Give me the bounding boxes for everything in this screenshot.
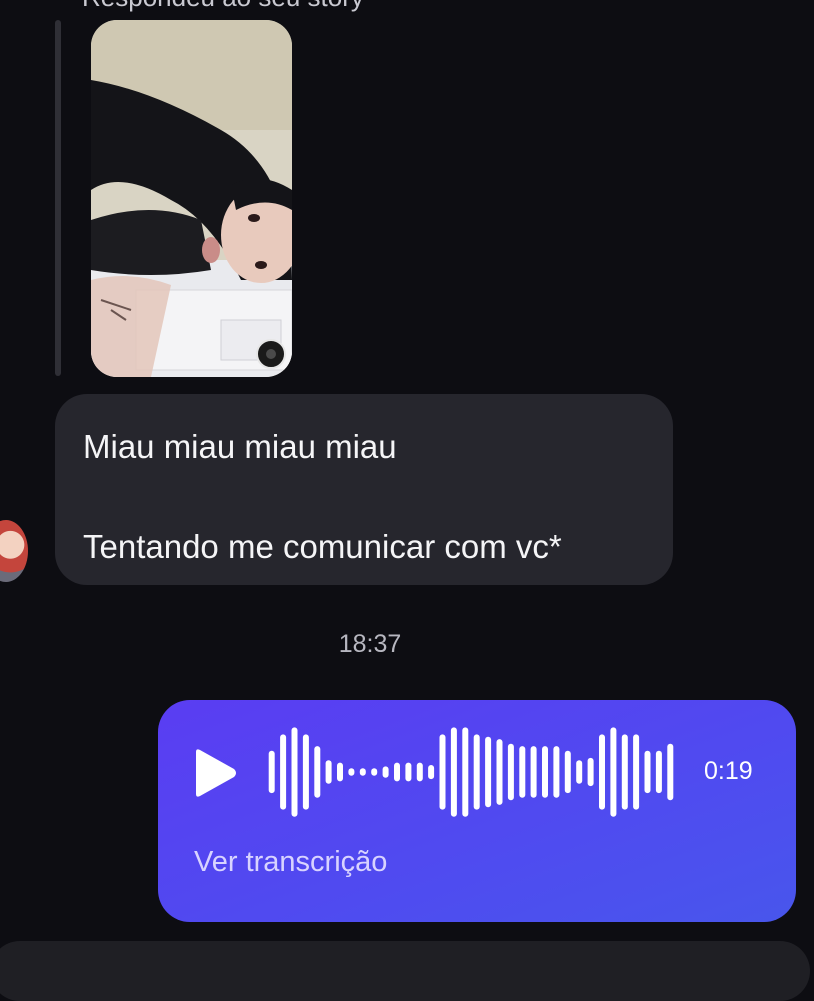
next-message-bubble: [0, 941, 810, 1001]
message-text-line: Miau miau miau miau: [83, 428, 397, 465]
waveform-bar: [587, 757, 594, 787]
view-transcript-link[interactable]: Ver transcrição: [194, 846, 387, 879]
story-photo: [91, 20, 292, 377]
waveform-bar: [280, 734, 287, 810]
waveform-bar: [610, 727, 617, 817]
waveform-bar: [599, 734, 605, 810]
waveform-bar: [302, 734, 309, 810]
waveform-bar: [416, 762, 423, 782]
waveform-bar: [382, 766, 389, 778]
waveform-bar: [564, 750, 571, 794]
waveform-bar: [485, 736, 492, 808]
audio-waveform[interactable]: [266, 725, 676, 819]
waveform-bar: [359, 768, 366, 776]
waveform-bar: [644, 750, 651, 794]
waveform-bar: [621, 734, 628, 810]
waveform-bar: [655, 750, 662, 794]
waveform-bar: [268, 750, 275, 794]
waveform-bar: [348, 768, 355, 776]
waveform-bar: [325, 760, 332, 784]
waveform-bar: [542, 746, 548, 798]
waveform-bar: [394, 762, 400, 782]
waveform-bar: [473, 734, 480, 810]
waveform-bar: [507, 743, 514, 801]
play-icon[interactable]: [190, 748, 238, 798]
waveform-bar: [667, 743, 674, 801]
reply-quote-bar: [55, 20, 61, 376]
waveform-bar: [530, 746, 537, 798]
waveform-bar: [337, 762, 343, 782]
waveform-bar: [405, 762, 412, 782]
waveform-bar: [553, 746, 560, 798]
avatar[interactable]: [0, 520, 28, 582]
waveform-bar: [428, 765, 435, 780]
waveform-bar: [496, 739, 503, 805]
message-timestamp: 18:37: [338, 630, 402, 658]
waveform-bar: [576, 760, 583, 784]
waveform-bar: [439, 734, 446, 810]
waveform-bar: [314, 746, 321, 798]
story-thumbnail[interactable]: [91, 20, 292, 377]
message-text-line: Tentando me comunicar com vc*: [83, 528, 562, 565]
waveform-bar: [519, 746, 526, 798]
voice-duration: 0:19: [704, 757, 753, 785]
incoming-message-bubble[interactable]: Miau miau miau miau Tentando me comunica…: [55, 394, 673, 585]
waveform-bar: [371, 768, 378, 776]
waveform-bar: [633, 734, 640, 810]
waveform-bar: [450, 727, 457, 817]
story-reply-header: Respondeu ao seu story: [82, 0, 364, 13]
waveform-bar: [462, 727, 469, 817]
waveform-bar: [291, 727, 298, 817]
camera-lens-icon: [256, 339, 286, 369]
